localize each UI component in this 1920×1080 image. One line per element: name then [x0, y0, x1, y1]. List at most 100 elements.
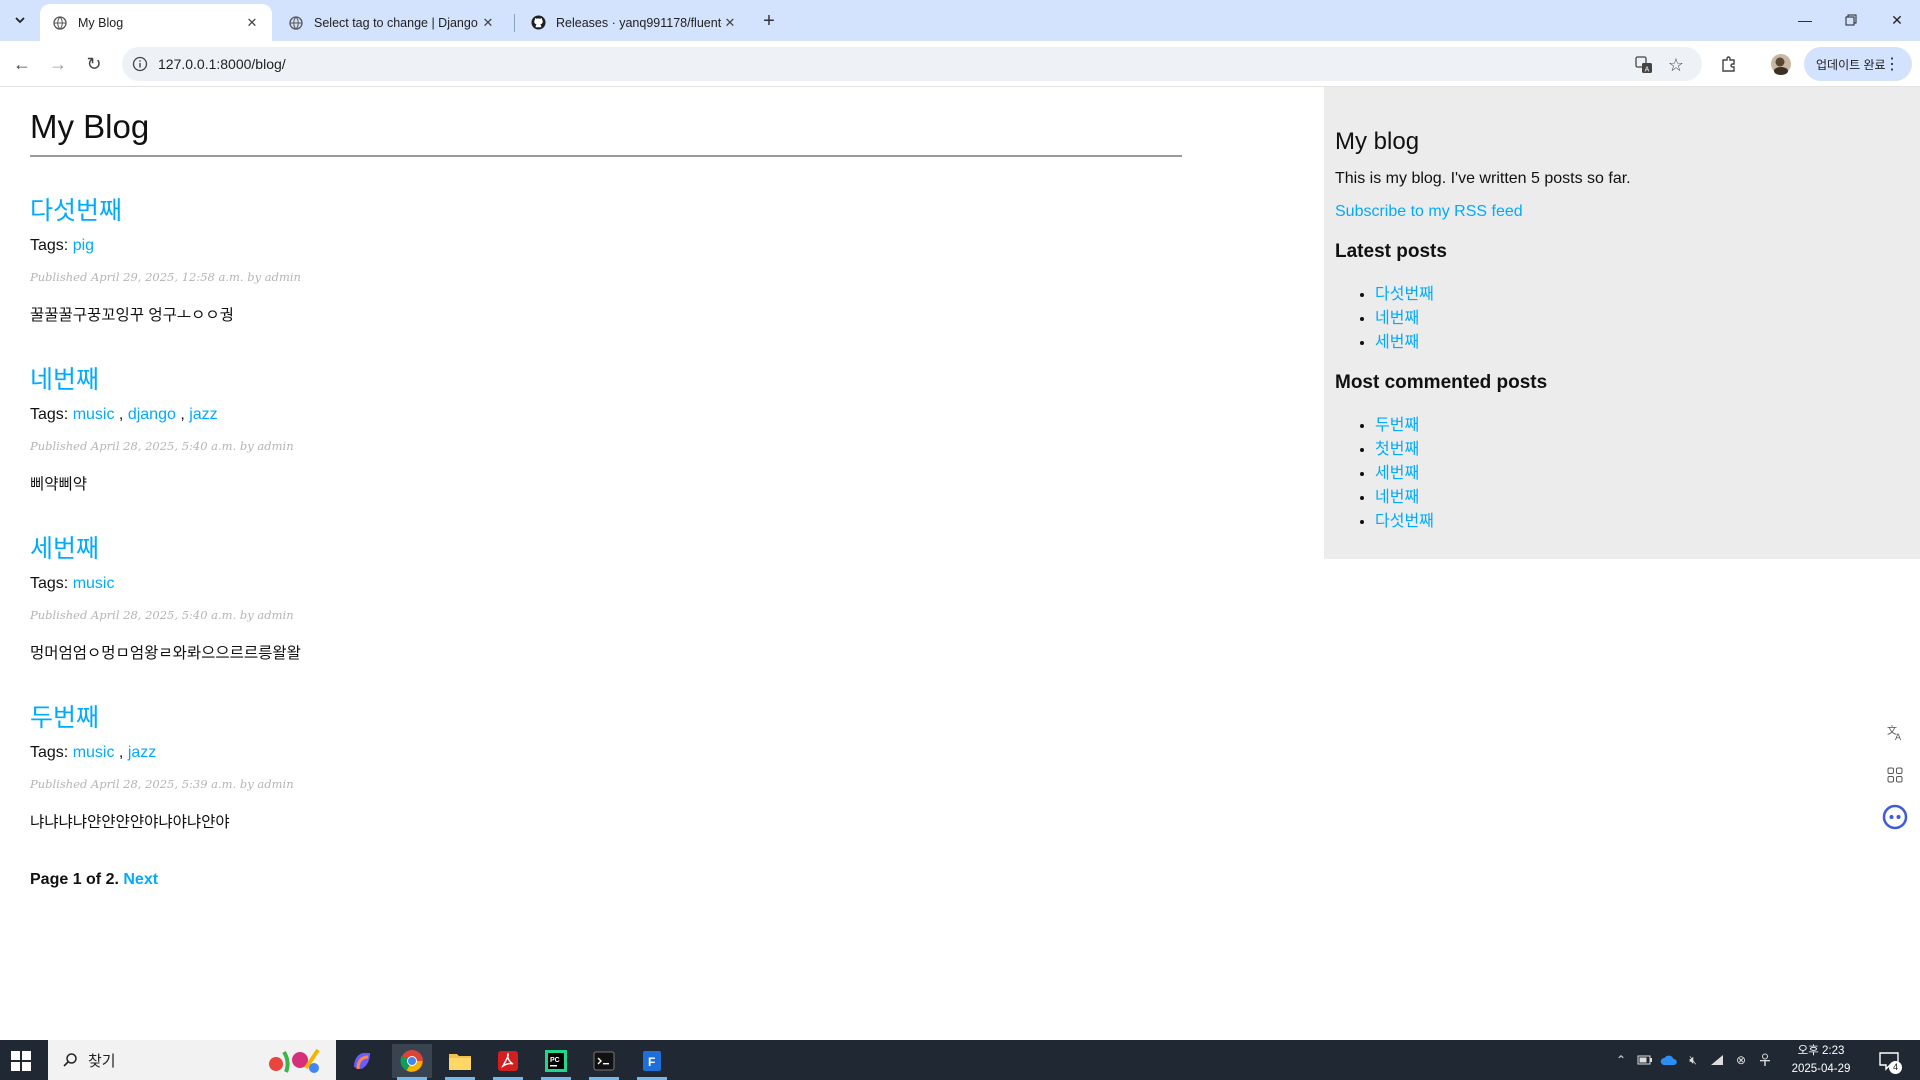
terminal-icon — [593, 1051, 615, 1071]
taskbar-terminal[interactable] — [584, 1044, 624, 1080]
page-content: My Blog 다섯번째 Tags: pig Published April 2… — [0, 87, 1920, 1040]
post-title-link[interactable]: 다섯번째 — [30, 191, 1130, 227]
onedrive-icon[interactable] — [1660, 1051, 1678, 1069]
list-item: 두번째 — [1375, 414, 1434, 438]
tab-strip: My Blog ✕ Select tag to change | Django … — [0, 0, 1920, 41]
post-item: 두번째 Tags: music , jazz Published April 2… — [30, 698, 1130, 831]
minimize-button[interactable]: — — [1782, 0, 1828, 40]
taskbar-copilot[interactable] — [342, 1044, 382, 1078]
taskbar-file-explorer[interactable] — [440, 1044, 480, 1080]
list-item: 네번째 — [1375, 486, 1434, 510]
post-tags: Tags: music — [30, 575, 114, 593]
post-body: 삐약삐약 — [30, 476, 88, 493]
close-tab-icon[interactable]: ✕ — [244, 15, 260, 31]
arrow-right-icon: → — [49, 53, 67, 74]
taskbar-search[interactable]: 찾기 — [48, 1040, 336, 1080]
tags-label: Tags: — [30, 575, 69, 592]
post-title-link[interactable]: 네번째 — [30, 360, 1130, 396]
tab-django-admin[interactable]: Select tag to change | Django ✕ — [276, 4, 508, 41]
next-page-link[interactable]: Next — [123, 871, 158, 888]
new-tab-button[interactable]: + — [758, 10, 780, 32]
system-clock[interactable]: 오후 2:23 2025-04-29 — [1786, 1042, 1856, 1078]
network-icon[interactable] — [1708, 1051, 1726, 1069]
input-method-icon[interactable] — [1756, 1051, 1774, 1069]
pagination: Page 1 of 2. Next — [30, 871, 158, 889]
close-tab-icon[interactable]: ✕ — [480, 15, 496, 31]
tab-my-blog[interactable]: My Blog ✕ — [40, 4, 272, 41]
commented-post-link[interactable]: 세번째 — [1375, 465, 1419, 482]
bookmark-star-icon[interactable]: ☆ — [1666, 55, 1686, 75]
tray-overflow-chevron-icon[interactable]: ⌃ — [1612, 1051, 1630, 1069]
tags-label: Tags: — [30, 406, 69, 423]
post-item: 네번째 Tags: music , django , jazz Publishe… — [30, 360, 1130, 493]
battery-icon[interactable] — [1636, 1051, 1654, 1069]
back-button[interactable]: ← — [8, 50, 36, 78]
sidebar: My blog This is my blog. I've written 5 … — [1324, 87, 1920, 559]
tag-link[interactable]: django — [128, 406, 176, 423]
svg-text:A: A — [1645, 67, 1650, 74]
latest-post-link[interactable]: 세번째 — [1375, 334, 1419, 351]
close-window-button[interactable]: ✕ — [1874, 0, 1920, 40]
latest-post-link[interactable]: 네번째 — [1375, 310, 1419, 327]
tab-search-button[interactable] — [8, 8, 32, 32]
side-assistant-button[interactable] — [1878, 800, 1912, 834]
tag-link[interactable]: jazz — [128, 744, 156, 761]
close-tab-icon[interactable]: ✕ — [722, 15, 738, 31]
profile-avatar[interactable] — [1768, 51, 1794, 77]
volume-muted-icon[interactable]: 🔇︎ — [1684, 1051, 1702, 1069]
translate-icon[interactable]: A — [1634, 55, 1654, 75]
forward-button[interactable]: → — [44, 50, 72, 78]
list-item: 첫번째 — [1375, 438, 1434, 462]
tab-divider — [514, 14, 515, 32]
reload-button[interactable]: ↻ — [80, 50, 108, 78]
latest-posts-heading: Latest posts — [1335, 241, 1447, 262]
list-item: 다섯번째 — [1375, 510, 1434, 534]
svg-text:PC: PC — [550, 1057, 560, 1064]
tab-github-releases[interactable]: Releases · yanq991178/fluent- ✕ — [518, 4, 750, 41]
arrow-left-icon: ← — [13, 53, 31, 74]
latest-post-link[interactable]: 다섯번째 — [1375, 286, 1434, 303]
globe-icon — [288, 15, 304, 31]
tag-link[interactable]: music — [73, 744, 115, 761]
taskbar-chrome[interactable] — [392, 1044, 432, 1080]
site-info-icon[interactable] — [132, 56, 148, 72]
close-icon: ✕ — [1891, 11, 1903, 28]
notification-center-button[interactable]: 4 — [1878, 1050, 1902, 1074]
tag-link[interactable]: music — [73, 575, 115, 592]
latest-posts-list: 다섯번째 네번째 세번째 — [1375, 283, 1434, 355]
post-meta: Published April 28, 2025, 5:40 a.m. by a… — [30, 439, 294, 453]
side-translate-button[interactable]: 文A — [1878, 715, 1912, 749]
commented-post-link[interactable]: 다섯번째 — [1375, 513, 1434, 530]
taskbar-fluent-reader[interactable]: F — [632, 1044, 672, 1080]
commented-post-link[interactable]: 첫번째 — [1375, 441, 1419, 458]
rss-feed-link[interactable]: Subscribe to my RSS feed — [1335, 203, 1523, 221]
side-apps-button[interactable] — [1878, 758, 1912, 792]
post-title-link[interactable]: 세번째 — [30, 529, 1130, 565]
tag-link[interactable]: jazz — [189, 406, 217, 423]
apps-grid-icon — [1887, 767, 1903, 783]
tags-label: Tags: — [30, 744, 69, 761]
svg-text:F: F — [648, 1055, 655, 1069]
tag-link[interactable]: pig — [73, 237, 94, 254]
search-icon — [63, 1053, 77, 1067]
address-bar[interactable]: 127.0.0.1:8000/blog/ A ☆ — [122, 47, 1702, 81]
chrome-icon — [400, 1050, 423, 1072]
taskbar: 찾기 PC F ⌃ 🔇︎ ⊗ 오후 2:23 2025-04-29 4 — [0, 1040, 1920, 1080]
svg-text:A: A — [1895, 732, 1901, 741]
taskbar-acrobat[interactable] — [488, 1044, 528, 1080]
page-title: My Blog — [30, 108, 150, 145]
status-icon[interactable]: ⊗ — [1732, 1051, 1750, 1069]
extensions-button[interactable] — [1716, 51, 1742, 77]
restore-button[interactable] — [1828, 0, 1874, 40]
search-highlight-illustration — [269, 1048, 320, 1073]
update-complete-button[interactable]: 업데이트 완료 ⋮ — [1804, 47, 1912, 81]
taskbar-pycharm[interactable]: PC — [536, 1044, 576, 1080]
sidebar-title: My blog — [1335, 128, 1420, 155]
commented-post-link[interactable]: 두번째 — [1375, 417, 1419, 434]
tags-label: Tags: — [30, 237, 69, 254]
commented-post-link[interactable]: 네번째 — [1375, 489, 1419, 506]
tag-link[interactable]: music — [73, 406, 115, 423]
windows-start-icon[interactable] — [10, 1050, 32, 1072]
post-title-link[interactable]: 두번째 — [30, 698, 1130, 734]
notification-count-badge: 4 — [1889, 1061, 1902, 1074]
